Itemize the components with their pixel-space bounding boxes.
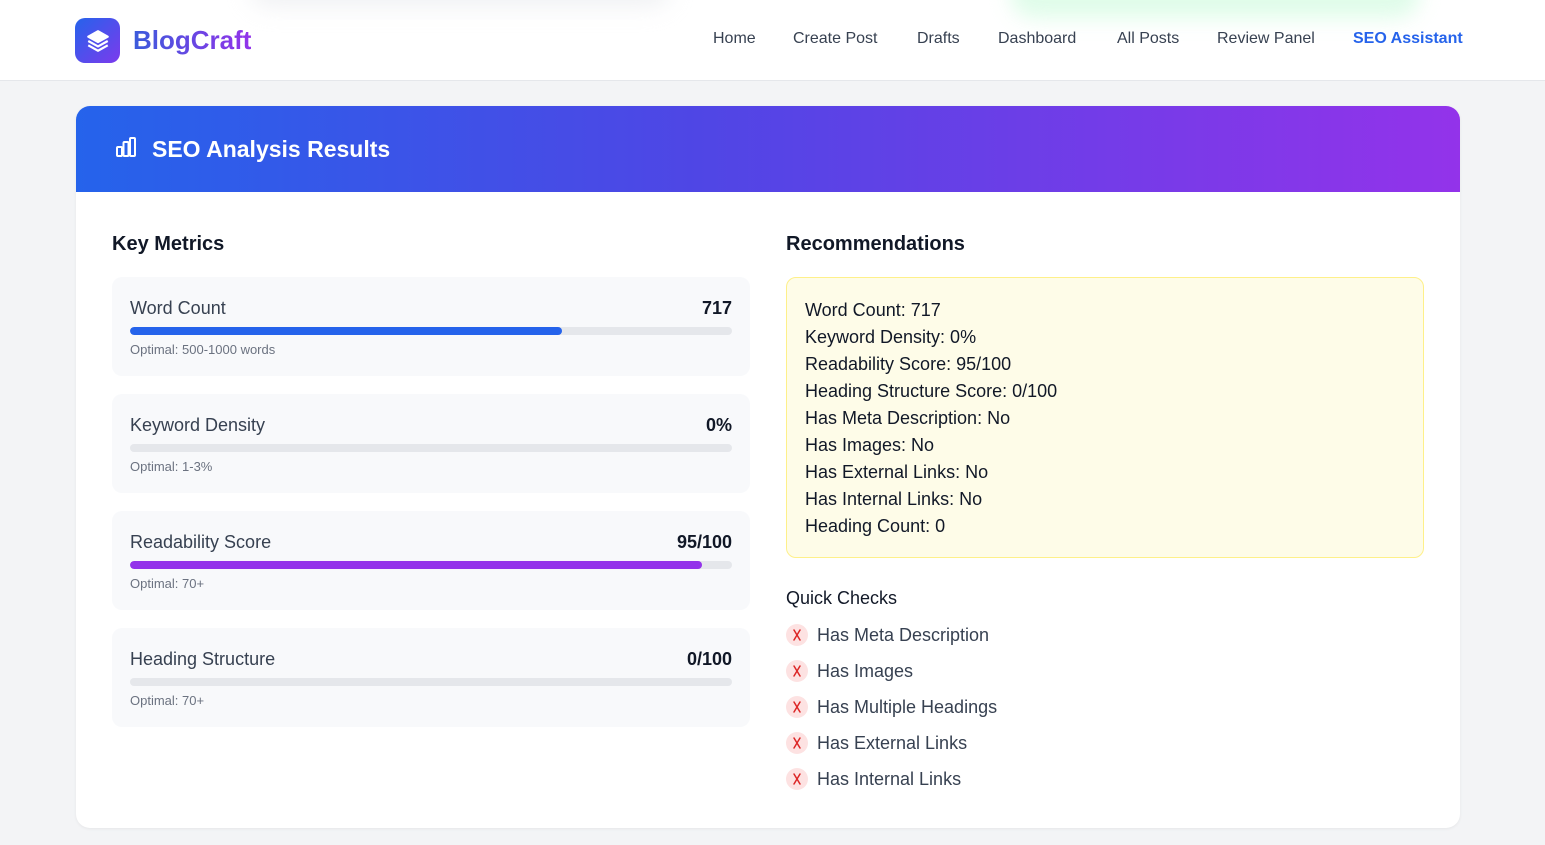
x-mark-icon [786, 768, 808, 790]
metric-heading-structure: Heading Structure 0/100 Optimal: 70+ [112, 628, 750, 727]
recommendation-line: Heading Count: 0 [805, 516, 946, 536]
top-navigation-bar: BlogCraft Home Create Post Drafts Dashbo… [0, 0, 1545, 81]
main-nav: Home Create Post Drafts Dashboard All Po… [0, 30, 1545, 50]
quick-check-label: Has Multiple Headings [817, 696, 998, 717]
metric-hint: Optimal: 500-1000 words [130, 342, 276, 357]
metric-progress-track [130, 327, 732, 335]
metric-hint: Optimal: 70+ [130, 576, 205, 591]
nav-home[interactable]: Home [713, 30, 756, 48]
metric-progress-track [130, 444, 732, 452]
quick-check-item: Has Internal Links [786, 767, 961, 791]
metric-label: Heading Structure [130, 649, 276, 669]
metric-hint: Optimal: 70+ [130, 693, 205, 708]
nav-dashboard[interactable]: Dashboard [998, 30, 1076, 48]
quick-check-label: Has Internal Links [817, 768, 962, 789]
x-mark-icon [786, 624, 808, 646]
metric-value: 95/100 [676, 532, 732, 552]
metric-progress-fill [130, 561, 702, 569]
metric-value: 717 [701, 298, 732, 318]
seo-results-header: SEO Analysis Results [76, 106, 1460, 192]
metric-value: 0/100 [686, 649, 732, 669]
key-metrics-heading: Key Metrics [112, 233, 225, 255]
x-mark-icon [786, 696, 808, 718]
metric-label: Readability Score [130, 532, 272, 552]
header-blur-decoration [1010, 0, 1420, 18]
recommendations-box: Word Count: 717 Keyword Density: 0% Read… [786, 277, 1424, 558]
recommendation-line: Keyword Density: 0% [805, 327, 977, 347]
nav-all-posts[interactable]: All Posts [1117, 30, 1179, 48]
metric-progress-fill [130, 327, 562, 335]
metric-label: Word Count [130, 298, 226, 318]
x-mark-icon [786, 732, 808, 754]
header-blur-decoration [250, 0, 670, 6]
nav-create-post[interactable]: Create Post [793, 30, 877, 48]
recommendation-line: Heading Structure Score: 0/100 [805, 381, 1058, 401]
recommendations-heading: Recommendations [786, 233, 965, 255]
metric-keyword-density: Keyword Density 0% Optimal: 1-3% [112, 394, 750, 493]
seo-results-card: SEO Analysis Results Key Metrics Word Co… [76, 106, 1460, 828]
metric-progress-track [130, 561, 732, 569]
seo-results-title: SEO Analysis Results [152, 135, 391, 162]
quick-check-item: Has Meta Description [786, 623, 989, 647]
x-mark-icon [786, 660, 808, 682]
quick-checks-heading: Quick Checks [786, 588, 898, 608]
quick-check-item: Has External Links [786, 731, 967, 755]
quick-check-label: Has Meta Description [817, 624, 990, 645]
recommendation-line: Has Images: No [805, 435, 935, 455]
metric-readability-score: Readability Score 95/100 Optimal: 70+ [112, 511, 750, 610]
recommendation-line: Readability Score: 95/100 [805, 354, 1012, 374]
quick-check-item: Has Multiple Headings [786, 695, 997, 719]
nav-review-panel[interactable]: Review Panel [1217, 30, 1315, 48]
metric-label: Keyword Density [130, 415, 266, 435]
nav-drafts[interactable]: Drafts [917, 30, 960, 48]
metric-hint: Optimal: 1-3% [130, 459, 213, 474]
metric-progress-track [130, 678, 732, 686]
recommendation-line: Has Internal Links: No [805, 489, 983, 509]
quick-check-label: Has Images [817, 660, 914, 681]
metric-word-count: Word Count 717 Optimal: 500-1000 words [112, 277, 750, 376]
quick-check-label: Has External Links [817, 732, 968, 753]
recommendation-line: Has External Links: No [805, 462, 989, 482]
recommendation-line: Has Meta Description: No [805, 408, 1011, 428]
metric-value: 0% [705, 415, 732, 435]
nav-seo-assistant[interactable]: SEO Assistant [1353, 30, 1463, 48]
recommendation-line: Word Count: 717 [805, 300, 941, 320]
bar-chart-icon [114, 135, 138, 164]
quick-check-item: Has Images [786, 659, 913, 683]
